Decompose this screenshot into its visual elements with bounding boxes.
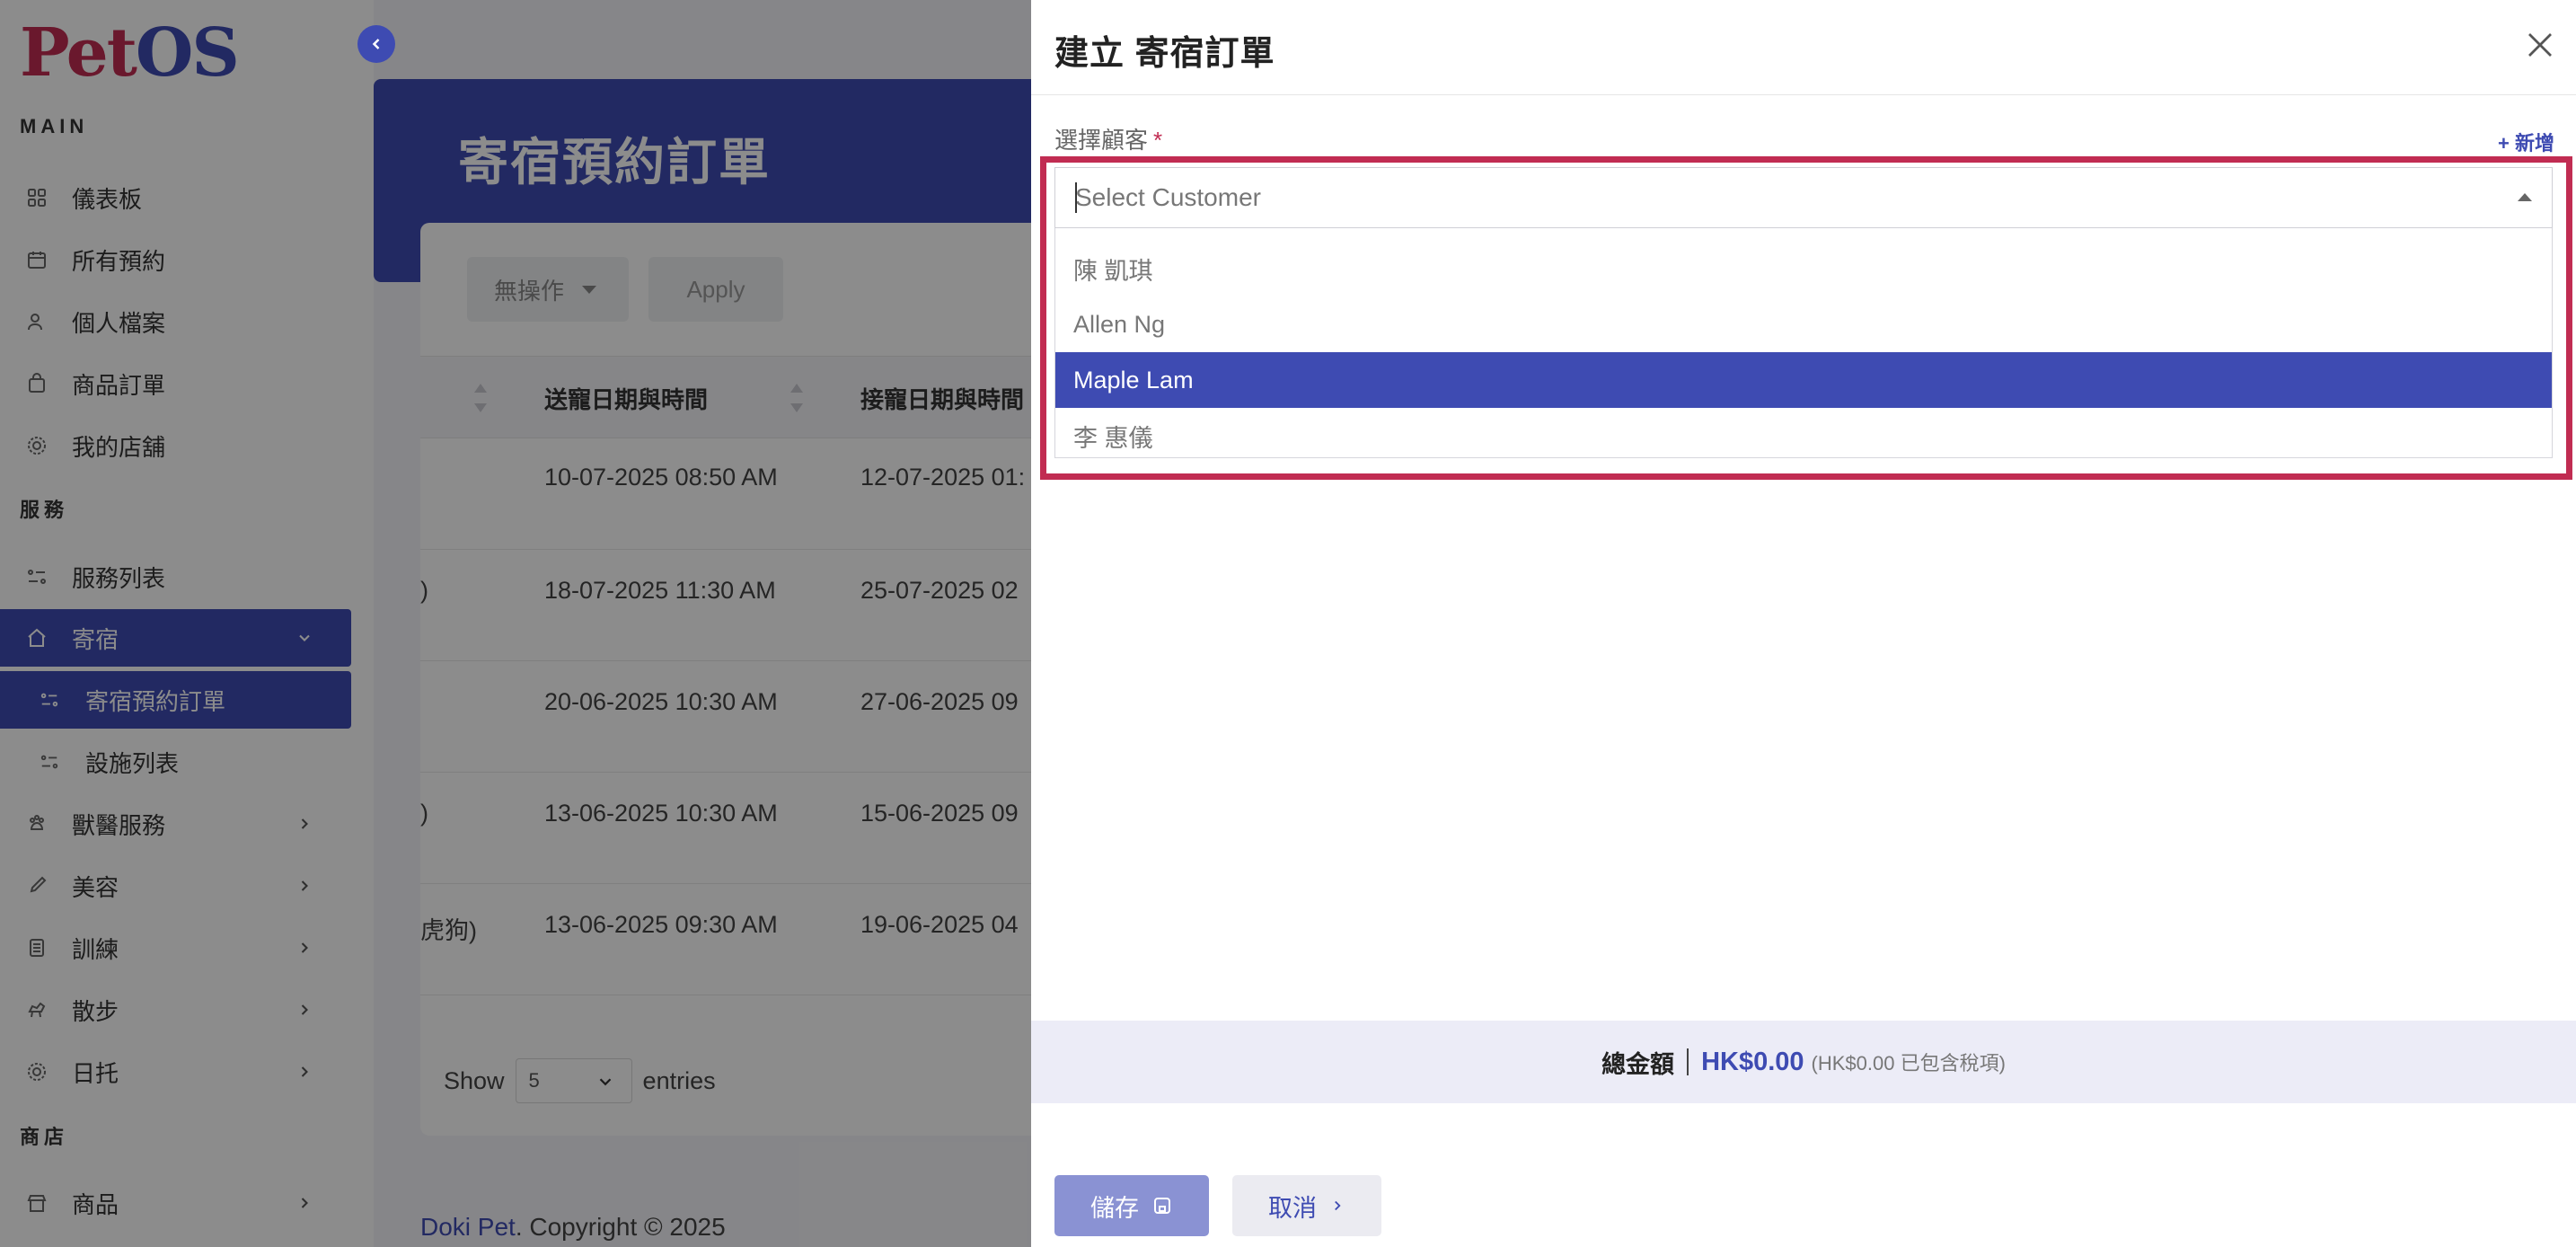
customer-label-text: 選擇顧客	[1054, 127, 1149, 154]
cancel-label: 取消	[1268, 1194, 1317, 1222]
drawer-header: 建立 寄宿訂單	[1031, 0, 2576, 95]
save-label: 儲存	[1090, 1194, 1139, 1222]
required-mark: *	[1153, 127, 1163, 154]
tax-note: (HK$0.00 已包含稅項)	[1811, 1052, 2006, 1075]
close-icon[interactable]	[2524, 29, 2556, 61]
total-amount: HK$0.00	[1701, 1047, 1804, 1076]
create-boarding-order-drawer: 建立 寄宿訂單 選擇顧客 * + 新增 Select Customer 陳 凱琪 …	[1031, 0, 2576, 1247]
customer-select[interactable]: Select Customer	[1054, 167, 2553, 228]
chevron-right-icon	[1329, 1198, 1345, 1214]
drawer-title: 建立 寄宿訂單	[1054, 35, 1275, 73]
save-icon	[1151, 1195, 1173, 1216]
add-customer-label: 新增	[2514, 132, 2554, 155]
sidebar-collapse-button[interactable]	[357, 25, 395, 63]
customer-option[interactable]: 陳 凱琪	[1055, 241, 2552, 296]
chevron-left-icon	[367, 35, 385, 53]
cancel-button[interactable]: 取消	[1232, 1175, 1381, 1236]
customer-field-label: 選擇顧客 *	[1054, 122, 1162, 155]
customer-select-placeholder: Select Customer	[1075, 183, 1261, 211]
customer-option[interactable]: 李 惠儀	[1055, 408, 2552, 457]
text-cursor	[1075, 182, 1077, 213]
modal-backdrop[interactable]	[0, 0, 1031, 1247]
divider	[1687, 1048, 1689, 1075]
customer-option-selected[interactable]: Maple Lam	[1055, 352, 2552, 408]
caret-up-icon	[2518, 193, 2532, 201]
plus-icon: +	[2498, 132, 2510, 155]
total-bar: 總金額 HK$0.00 (HK$0.00 已包含稅項)	[1031, 1021, 2576, 1103]
save-button[interactable]: 儲存	[1054, 1175, 1209, 1236]
customer-dropdown-list: 陳 凱琪 Allen Ng Maple Lam 李 惠儀	[1054, 228, 2553, 458]
customer-option[interactable]: Allen Ng	[1055, 296, 2552, 352]
add-customer-link[interactable]: + 新增	[2498, 128, 2554, 156]
total-label: 總金額	[1601, 1050, 1675, 1078]
